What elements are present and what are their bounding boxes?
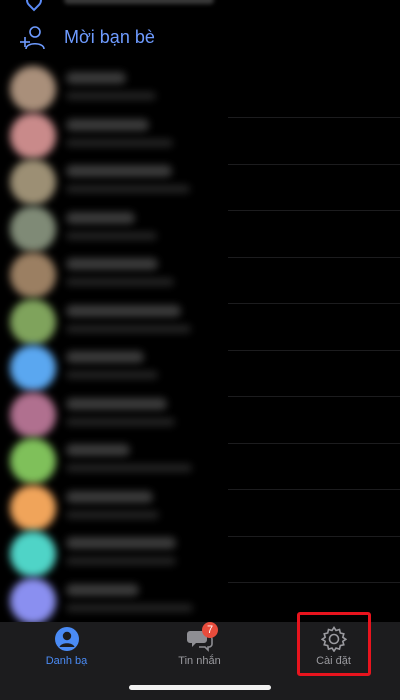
blurred-contact-name xyxy=(66,118,149,131)
blurred-contact-subtitle xyxy=(66,510,159,519)
tab-messages[interactable]: 7 Tin nhắn xyxy=(133,622,266,682)
blurred-contact-subtitle xyxy=(66,138,173,147)
avatar xyxy=(10,345,56,391)
blurred-contact-name xyxy=(66,537,176,549)
home-indicator xyxy=(129,685,271,690)
settings-highlight-box xyxy=(297,612,371,676)
tab-messages-label: Tin nhắn xyxy=(178,655,221,667)
avatar xyxy=(10,252,56,298)
blurred-contact-name xyxy=(66,397,167,410)
blurred-contact-name xyxy=(66,304,181,317)
avatar xyxy=(10,577,56,622)
add-person-icon xyxy=(20,26,45,50)
location-icon xyxy=(22,0,46,12)
avatar xyxy=(10,159,56,205)
avatar xyxy=(10,531,56,577)
invite-friends-label: Mời bạn bè xyxy=(64,27,155,47)
blurred-contact-subtitle xyxy=(66,371,158,379)
person-circle-icon xyxy=(54,627,79,651)
avatar xyxy=(10,112,56,159)
avatar xyxy=(10,298,56,345)
blurred-contact-subtitle xyxy=(66,603,193,612)
avatar xyxy=(10,484,56,531)
unread-badge: 7 xyxy=(202,622,218,638)
blurred-contact-subtitle xyxy=(66,231,157,240)
blurred-contact-subtitle xyxy=(66,185,190,193)
avatar xyxy=(10,205,56,252)
blurred-contact-name xyxy=(66,490,153,503)
blurred-contact-subtitle xyxy=(66,557,176,565)
avatar xyxy=(10,438,56,484)
blurred-contact-subtitle xyxy=(66,417,175,426)
blurred-contact-subtitle xyxy=(66,324,191,333)
tab-contacts-label: Danh bạ xyxy=(45,655,88,667)
partial-list-row xyxy=(0,0,400,12)
blurred-contact-subtitle xyxy=(66,464,192,472)
tab-contacts[interactable]: Danh bạ xyxy=(0,622,133,682)
blurred-contact-name xyxy=(66,258,158,270)
contact-list xyxy=(0,60,400,622)
blurred-contact-name xyxy=(66,351,144,363)
blurred-contact-name xyxy=(66,583,139,596)
blurred-contact-subtitle xyxy=(66,278,174,286)
avatar xyxy=(10,391,56,438)
blurred-contact-name xyxy=(66,444,130,456)
blurred-contact-name xyxy=(66,211,135,224)
blurred-contact-name xyxy=(66,165,172,177)
blurred-contact-subtitle xyxy=(66,92,156,100)
avatar xyxy=(10,66,56,112)
invite-friends-row[interactable]: Mời bạn bè xyxy=(0,18,400,58)
blurred-text xyxy=(64,0,214,4)
blurred-contact-name xyxy=(66,72,126,84)
